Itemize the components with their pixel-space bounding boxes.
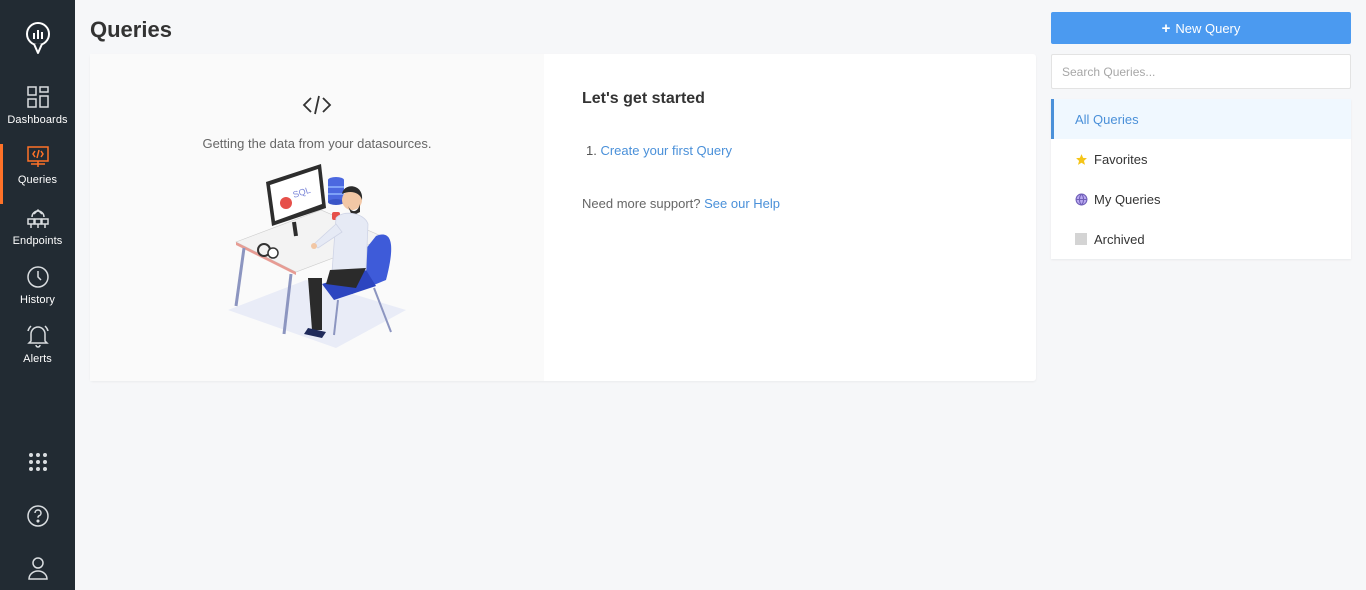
see-our-help-link[interactable]: See our Help — [704, 196, 780, 211]
apps-grid-icon[interactable] — [0, 447, 75, 477]
query-filter-list: All Queries Favorites My Queries Archive… — [1051, 99, 1351, 259]
sidebar-item-alerts[interactable]: Alerts — [0, 323, 75, 383]
getting-started-panel: Let's get started 1. Create your first Q… — [544, 54, 1036, 381]
globe-icon — [1074, 192, 1088, 206]
filter-favorites[interactable]: Favorites — [1051, 139, 1351, 179]
developer-illustration: SQL — [228, 164, 406, 348]
endpoints-icon — [25, 205, 51, 231]
page-title: Queries — [90, 17, 172, 42]
plus-icon: + — [1161, 19, 1171, 37]
sidebar-item-history[interactable]: History — [0, 264, 75, 324]
empty-state-illustration-panel: Getting the data from your datasources. … — [90, 54, 544, 381]
sidebar-item-label: Dashboards — [7, 114, 68, 126]
archive-icon — [1074, 232, 1088, 246]
logo-icon[interactable] — [0, 18, 75, 58]
getting-started-heading: Let's get started — [582, 90, 705, 107]
help-icon[interactable] — [0, 501, 75, 531]
filter-label: Favorites — [1094, 151, 1148, 167]
sidebar: Dashboards Queries Endpoints History Ale… — [0, 0, 75, 590]
dashboards-icon — [25, 84, 51, 110]
sidebar-item-queries[interactable]: Queries — [0, 144, 75, 204]
search-queries-input[interactable] — [1051, 54, 1351, 89]
step-number: 1. — [586, 143, 597, 158]
help-line: Need more support? See our Help — [582, 196, 780, 211]
sidebar-item-label: Alerts — [23, 353, 52, 365]
empty-state-description: Getting the data from your datasources. — [202, 136, 432, 151]
history-icon — [25, 264, 51, 290]
sidebar-item-dashboards[interactable]: Dashboards — [0, 84, 75, 144]
filter-my-queries[interactable]: My Queries — [1051, 179, 1351, 219]
new-query-button[interactable]: + New Query — [1051, 12, 1351, 44]
filter-archived[interactable]: Archived — [1051, 219, 1351, 259]
filter-label: All Queries — [1075, 111, 1139, 127]
alerts-icon — [25, 323, 51, 349]
filter-label: Archived — [1094, 231, 1145, 247]
filter-all-queries[interactable]: All Queries — [1051, 99, 1351, 139]
filter-label: My Queries — [1094, 191, 1161, 207]
sidebar-item-endpoints[interactable]: Endpoints — [0, 205, 75, 265]
code-icon — [302, 94, 332, 116]
sidebar-item-label: Queries — [17, 174, 58, 186]
new-query-label: New Query — [1175, 20, 1241, 36]
user-icon[interactable] — [0, 553, 75, 583]
sidebar-item-label: Endpoints — [12, 235, 63, 247]
create-first-query-link[interactable]: Create your first Query — [600, 143, 732, 158]
sidebar-item-label: History — [20, 294, 55, 306]
queries-icon — [25, 144, 51, 170]
star-icon — [1074, 152, 1088, 166]
empty-state-card: Getting the data from your datasources. … — [90, 54, 1036, 381]
step-item: 1. Create your first Query — [586, 143, 732, 158]
help-prefix: Need more support? — [582, 196, 701, 211]
